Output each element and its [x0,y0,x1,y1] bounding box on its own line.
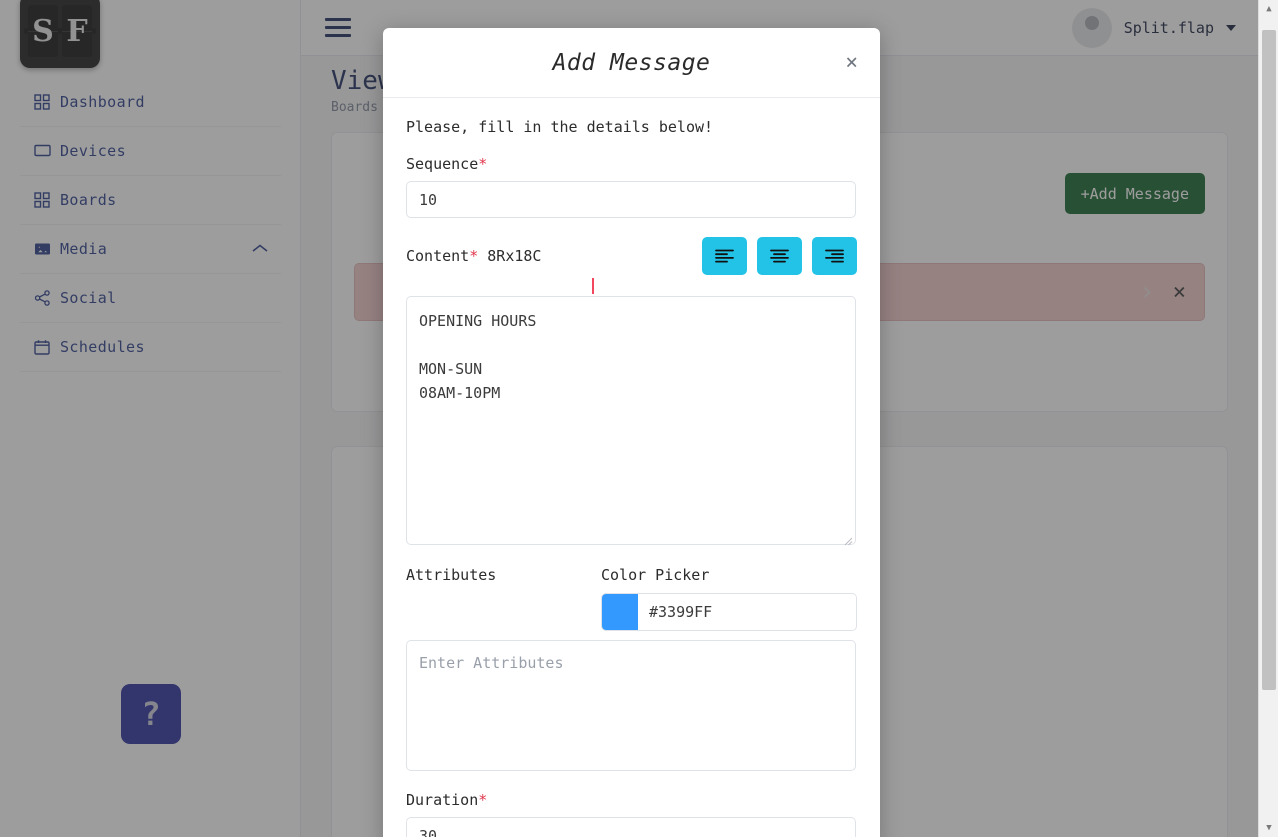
sequence-input[interactable] [406,181,856,218]
attributes-col: Attributes [406,566,601,631]
scrollbar-up-arrow[interactable]: ▲ [1259,0,1278,18]
modal-body: Please, fill in the details below! Seque… [383,98,880,837]
required-mark: * [469,247,479,265]
align-center-icon [770,249,789,263]
align-left-icon [715,249,734,263]
color-value[interactable]: #3399FF [638,594,856,630]
duration-label-text: Duration [406,791,479,809]
attributes-color-row: Attributes Color Picker #3399FF [406,566,857,631]
modal-intro-text: Please, fill in the details below! [406,118,714,136]
duration-input[interactable] [406,817,856,837]
content-textarea-wrap [406,296,856,549]
color-picker-col: Color Picker #3399FF [601,566,857,631]
align-left-button[interactable] [702,237,747,275]
sequence-label: Sequence* [406,155,857,173]
color-picker-label: Color Picker [601,566,710,584]
scrollbar-thumb[interactable] [1262,30,1276,690]
center-marker [406,278,857,296]
color-picker-field[interactable]: #3399FF [601,593,857,631]
page-scrollbar[interactable]: ▲ ▼ [1258,0,1278,837]
duration-label: Duration* [406,791,857,809]
modal-title: Add Message [552,49,711,76]
align-right-button[interactable] [812,237,857,275]
close-icon[interactable]: × [845,52,858,73]
alignment-button-group [702,237,857,275]
sequence-label-text: Sequence [406,155,479,173]
modal-header: Add Message × [383,28,880,98]
required-mark: * [478,155,488,173]
attributes-label: Attributes [406,566,497,584]
content-dimensions: 8Rx18C [487,247,542,265]
add-message-modal: Add Message × Please, fill in the detail… [383,28,880,837]
color-swatch[interactable] [602,594,638,630]
content-row: Content* 8Rx18C [406,237,857,275]
content-textarea[interactable] [406,296,856,545]
align-center-button[interactable] [757,237,802,275]
center-marker-tick [592,278,594,294]
align-right-icon [825,249,844,263]
duration-block: Duration* [406,791,857,837]
required-mark: * [478,791,488,809]
content-label: Content* 8Rx18C [406,247,541,265]
attributes-textarea[interactable] [406,640,856,771]
scrollbar-down-arrow[interactable]: ▼ [1259,819,1278,837]
app-root: S F Dashboard [0,0,1278,837]
content-label-text: Content [406,247,470,265]
